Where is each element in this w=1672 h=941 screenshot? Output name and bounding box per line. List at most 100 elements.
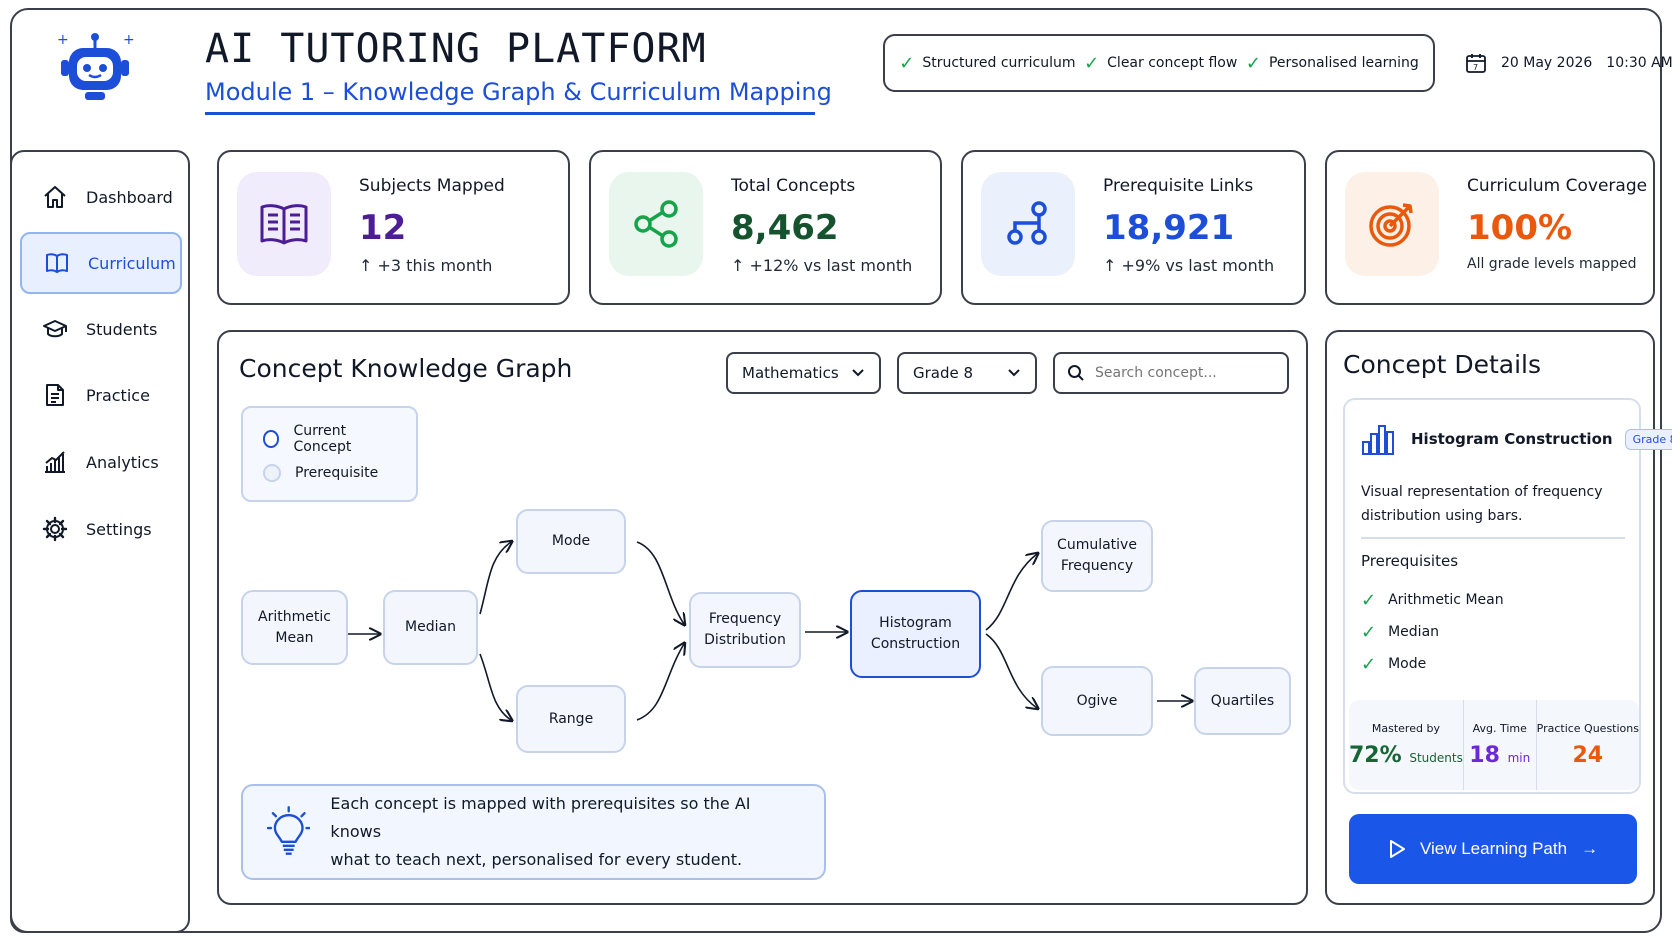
graph-legend: Current Concept Prerequisite [241, 406, 418, 502]
grade-badge: Grade 8 [1624, 428, 1672, 450]
sidebar-item-practice[interactable]: Practice [20, 364, 182, 426]
robot-logo-icon: + + [57, 32, 135, 100]
share-nodes-icon [634, 200, 678, 248]
knowledge-graph-panel: Concept Knowledge Graph Mathematics Grad… [217, 330, 1308, 905]
concept-search[interactable] [1053, 352, 1289, 394]
legend-item: Current Concept [263, 422, 396, 456]
module-subtitle: Module 1 – Knowledge Graph & Curriculum … [205, 78, 832, 115]
lightbulb-icon [267, 806, 311, 855]
date-text: 20 May 2026 [1501, 55, 1593, 71]
stat-card-concepts: Total Concepts 8,462 ↑ +12% vs last mont… [589, 150, 942, 305]
stat-label: Curriculum Coverage [1467, 176, 1648, 196]
stat-icon-box [1345, 172, 1439, 276]
metric-avg-time: Avg. Time 18 min [1464, 700, 1537, 790]
stat-delta: All grade levels mapped [1467, 256, 1637, 272]
legend-item: Prerequisite [263, 456, 396, 490]
stat-delta: ↑ +3 this month [359, 256, 493, 275]
stat-card-subjects: Subjects Mapped 12 ↑ +3 this month [217, 150, 570, 305]
graduation-cap-icon [43, 320, 67, 338]
node-label: Histogram Construction [870, 615, 961, 652]
metric-value: 24 [1572, 743, 1604, 768]
chevron-down-icon [1008, 369, 1020, 377]
grade-select[interactable]: Grade 8 [897, 352, 1037, 394]
target-icon [1369, 203, 1413, 247]
node-label: Quartiles [1210, 692, 1275, 709]
concept-metrics: Mastered by 72% Students Avg. Time 18 mi… [1349, 700, 1639, 790]
graph-node-frequency-distribution[interactable]: Frequency Distribution [689, 592, 801, 668]
concept-name: Histogram Construction [1411, 430, 1613, 448]
panel-title: Concept Knowledge Graph [239, 354, 573, 383]
node-label: Median [405, 619, 456, 635]
check-icon: ✓ [1361, 589, 1377, 611]
time-text: 10:30 AM [1606, 55, 1672, 71]
search-input[interactable] [1095, 365, 1265, 381]
graph-node-quartiles[interactable]: Quartiles [1194, 667, 1291, 735]
svg-text:+: + [123, 32, 135, 48]
stat-icon-box [237, 172, 331, 276]
node-label: Ogive [1076, 692, 1118, 709]
check-icon: ✓ [1084, 52, 1100, 74]
sidebar-item-analytics[interactable]: Analytics [20, 431, 182, 493]
node-label: Mode [551, 533, 591, 549]
concept-details-panel: Concept Details Histogram Construction G… [1325, 330, 1672, 905]
check-icon: ✓ [1361, 653, 1377, 675]
select-value: Grade 8 [913, 364, 974, 382]
calendar-icon: 7 [1466, 54, 1486, 73]
current-dot-icon [263, 430, 280, 448]
divider [1361, 537, 1625, 539]
prerequisite-dot-icon [263, 464, 281, 482]
select-value: Mathematics [742, 364, 839, 382]
sidebar-item-curriculum[interactable]: Curriculum [20, 232, 182, 294]
graph-node-mode[interactable]: Mode [516, 509, 626, 574]
graph-node-cumulative-frequency[interactable]: Cumulative Frequency [1041, 520, 1153, 592]
list-item: ✓ Mode [1361, 653, 1427, 675]
sidebar-item-students[interactable]: Students [20, 298, 182, 360]
concept-description: Visual representation of frequency distr… [1361, 484, 1603, 524]
node-label: Arithmetic Mean [258, 608, 331, 646]
feature-item: ✓ Structured curriculum [899, 52, 1076, 74]
stat-icon-box [609, 172, 703, 276]
stat-card-coverage: Curriculum Coverage 100% All grade level… [1325, 150, 1655, 305]
list-item: ✓ Arithmetic Mean [1361, 589, 1504, 611]
sidebar-item-settings[interactable]: Settings [20, 498, 182, 560]
graph-node-histogram-construction[interactable]: Histogram Construction [850, 590, 981, 678]
prerequisites-title: Prerequisites [1361, 552, 1459, 570]
feature-item: ✓ Personalised learning [1245, 52, 1419, 74]
svg-text:7: 7 [1473, 63, 1478, 72]
sidebar-item-label: Analytics [86, 452, 159, 472]
list-item: ✓ Median [1361, 621, 1440, 643]
check-icon: ✓ [899, 52, 915, 74]
node-label: Cumulative Frequency [1057, 537, 1137, 574]
graph-node-ogive[interactable]: Ogive [1041, 666, 1153, 736]
stat-value: 12 [359, 208, 407, 248]
bar-chart-icon [45, 451, 65, 473]
subject-select[interactable]: Mathematics [726, 352, 881, 394]
prerequisites-list: ✓ Arithmetic Mean ✓ Median ✓ Mode [1361, 584, 1504, 680]
view-learning-path-button[interactable]: View Learning Path → [1349, 814, 1637, 884]
home-icon [44, 186, 66, 208]
metric-mastered: Mastered by 72% Students [1349, 700, 1464, 790]
stat-value: 8,462 [731, 208, 839, 248]
info-tip: Each concept is mapped with prerequisite… [241, 784, 826, 880]
graph-node-median[interactable]: Median [383, 590, 478, 665]
chevron-down-icon [852, 369, 864, 377]
sidebar-item-dashboard[interactable]: Dashboard [20, 166, 182, 228]
network-icon [1007, 201, 1047, 245]
graph-node-arithmetic-mean[interactable]: Arithmetic Mean [241, 590, 348, 665]
stat-icon-box [981, 172, 1075, 276]
panel-title: Concept Details [1343, 350, 1542, 379]
graph-node-range[interactable]: Range [516, 685, 626, 753]
date-time: 7 20 May 2026 10:30 AM [1465, 52, 1672, 74]
svg-text:+: + [57, 32, 69, 48]
stat-value: 18,921 [1103, 208, 1235, 248]
stat-value: 100% [1467, 208, 1573, 248]
stat-delta: ↑ +9% vs last month [1103, 256, 1275, 275]
document-icon [46, 384, 64, 406]
sidebar: Dashboard Curriculum Students Practice A… [10, 150, 190, 933]
feature-item: ✓ Clear concept flow [1084, 52, 1238, 74]
stat-delta: ↑ +12% vs last month [731, 256, 913, 275]
node-label: Frequency Distribution [704, 611, 786, 648]
book-icon [46, 253, 68, 273]
sidebar-item-label: Students [86, 319, 158, 339]
metric-value: 18 min [1469, 743, 1531, 768]
